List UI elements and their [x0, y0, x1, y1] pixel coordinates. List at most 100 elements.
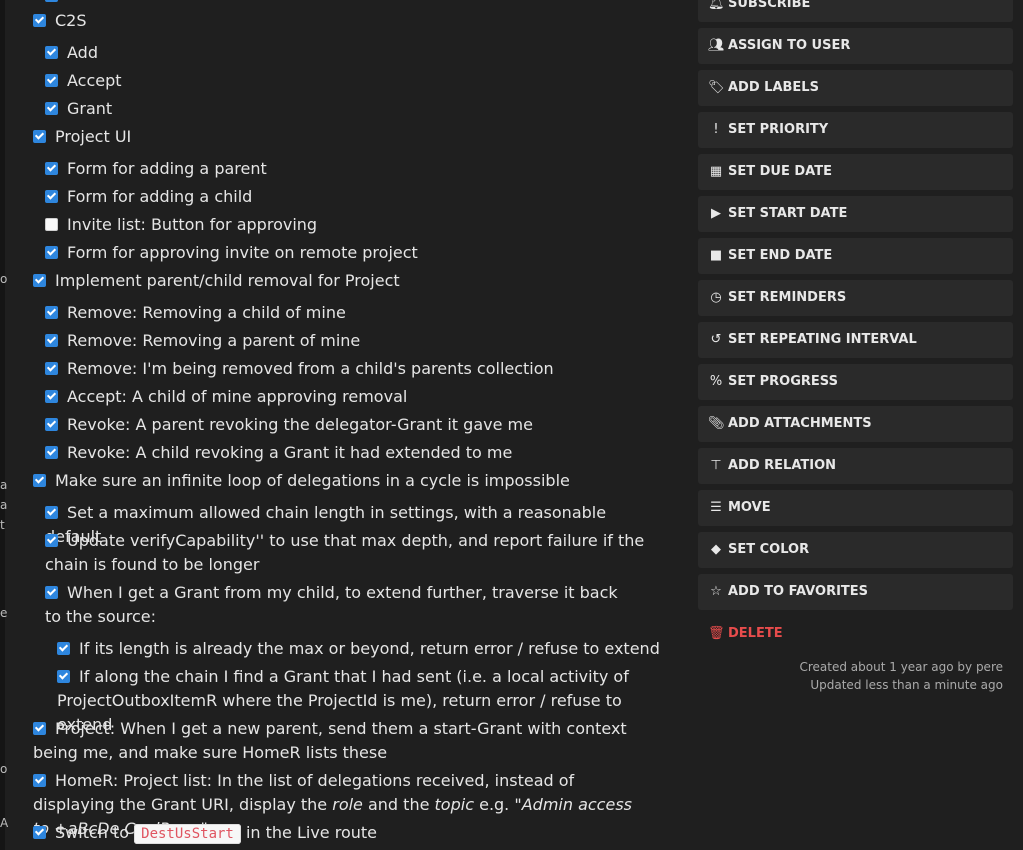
task-label: Remove: Removing a child of mine [67, 303, 346, 322]
add-labels-button[interactable]: 🏷︎ ADD LABELS [698, 70, 1013, 106]
gutter-text-fragment: a [0, 478, 8, 492]
trash-icon: 🗑︎ [708, 626, 725, 641]
paperclip-icon: 📎︎ [708, 416, 725, 431]
gutter-text-fragment: t [0, 518, 5, 532]
assign-to-user-button[interactable]: 👥︎ ASSIGN TO USER [698, 28, 1013, 64]
gutter-text-fragment: e [0, 606, 8, 620]
task-checkbox[interactable] [45, 305, 58, 319]
subscribe-button[interactable]: 🔔︎ SUBSCRIBE [698, 0, 1013, 22]
task-label-part: and the [367, 795, 430, 814]
set-due-date-button[interactable]: ▦ SET DUE DATE [698, 154, 1013, 190]
task-label: Accept [67, 71, 122, 90]
task-label-part: e.g. [479, 795, 510, 814]
task-label: Project UI [55, 127, 132, 146]
delete-button[interactable]: 🗑︎ DELETE [698, 616, 1013, 652]
task-checkbox[interactable] [33, 129, 46, 143]
task-item: Invite list: Button for approving [45, 213, 317, 237]
task-label-part: in the Live route [245, 823, 377, 842]
task-checkbox[interactable] [45, 333, 58, 347]
task-checkbox[interactable] [57, 669, 70, 683]
star-icon: ☆ [710, 584, 722, 599]
topic-emphasis: topic [434, 795, 474, 814]
task-label: Revoke: A parent revoking the delegator-… [67, 415, 533, 434]
task-checkbox[interactable] [33, 473, 46, 487]
task-checkbox[interactable] [33, 721, 46, 735]
task-item: Grant [45, 97, 112, 121]
stop-icon: ■ [709, 248, 723, 263]
task-checkbox[interactable] [45, 101, 58, 115]
task-item: Remove: I'm being removed from a child's… [45, 357, 554, 381]
task-item [45, 0, 67, 8]
task-label: C2S [55, 11, 87, 30]
task-item: Implement parent/child removal for Proje… [33, 269, 400, 293]
task-checkbox[interactable] [45, 189, 58, 203]
percent-icon: % [709, 374, 723, 389]
task-checkbox[interactable] [57, 641, 70, 655]
task-item: Make sure an infinite loop of delegation… [33, 469, 570, 493]
task-item: Add [45, 41, 98, 65]
task-checkbox[interactable] [45, 533, 58, 547]
set-reminders-button[interactable]: ◷ SET REMINDERS [698, 280, 1013, 316]
task-checkbox[interactable] [45, 445, 58, 459]
add-to-favorites-button[interactable]: ☆ ADD TO FAVORITES [698, 574, 1013, 610]
task-label: Form for adding a child [67, 187, 253, 206]
task-item: Project: When I get a new parent, send t… [33, 717, 663, 765]
task-checkbox[interactable] [45, 389, 58, 403]
task-item: Remove: Removing a parent of mine [45, 329, 360, 353]
set-repeating-interval-button[interactable]: ↺ SET REPEATING INTERVAL [698, 322, 1013, 358]
task-label: Update verifyCapability'' to use that ma… [45, 531, 645, 574]
set-end-date-button[interactable]: ■ SET END DATE [698, 238, 1013, 274]
created-info: Created about 1 year ago by pere [799, 660, 1004, 674]
add-relation-button[interactable]: ⊤ ADD RELATION [698, 448, 1013, 484]
task-checkbox[interactable] [45, 161, 58, 175]
set-priority-button[interactable]: ! SET PRIORITY [698, 112, 1013, 148]
task-item: Switch to DestUsStart in the Live route [33, 821, 377, 846]
set-start-date-button[interactable]: ▶ SET START DATE [698, 196, 1013, 232]
task-checkbox[interactable] [45, 361, 58, 375]
task-checkbox[interactable] [45, 0, 58, 2]
task-label: Invite list: Button for approving [67, 215, 318, 234]
task-checkbox[interactable] [33, 825, 46, 839]
updated-info: Updated less than a minute ago [810, 678, 1003, 692]
task-checkbox[interactable] [33, 13, 46, 27]
tags-icon: 🏷︎ [708, 80, 725, 95]
task-item: Form for adding a parent [45, 157, 267, 181]
task-checkbox[interactable] [45, 245, 58, 259]
gutter-text-fragment: o [0, 272, 8, 286]
task-label: Form for approving invite on remote proj… [67, 243, 418, 262]
left-panel-edge [0, 0, 5, 850]
task-item: Accept [45, 69, 122, 93]
exclamation-icon: ! [713, 122, 719, 137]
task-label: Form for adding a parent [67, 159, 267, 178]
add-attachments-button[interactable]: 📎︎ ADD ATTACHMENTS [698, 406, 1013, 442]
set-color-button[interactable]: ◆ SET COLOR [698, 532, 1013, 568]
task-item: Remove: Removing a child of mine [45, 301, 346, 325]
play-icon: ▶ [711, 206, 721, 221]
sitemap-icon: ⊤ [710, 458, 722, 473]
task-checkbox[interactable] [33, 773, 46, 787]
task-checkbox[interactable] [45, 417, 58, 431]
task-checkbox[interactable] [45, 73, 58, 87]
task-label: Remove: I'm being removed from a child's… [67, 359, 554, 378]
task-item: Revoke: A child revoking a Grant it had … [45, 441, 512, 465]
task-item: Form for approving invite on remote proj… [45, 241, 418, 265]
task-label: Accept: A child of mine approving remova… [67, 387, 408, 406]
task-checkbox-unchecked[interactable] [45, 217, 58, 231]
set-progress-button[interactable]: % SET PROGRESS [698, 364, 1013, 400]
task-item: Update verifyCapability'' to use that ma… [45, 529, 663, 577]
task-label: If its length is already the max or beyo… [79, 639, 660, 658]
task-checkbox[interactable] [45, 505, 58, 519]
task-label: Remove: Removing a parent of mine [67, 331, 361, 350]
task-checkbox[interactable] [45, 585, 58, 599]
inline-code: DestUsStart [134, 824, 241, 844]
gutter-text-fragment: o [0, 762, 8, 776]
move-button[interactable]: ☰ MOVE [698, 490, 1013, 526]
task-checkbox[interactable] [45, 45, 58, 59]
gutter-text-fragment: a [0, 498, 8, 512]
task-item: C2S [33, 9, 87, 33]
task-checkbox[interactable] [33, 273, 46, 287]
task-label: Make sure an infinite loop of delegation… [55, 471, 570, 490]
history-icon: ↺ [710, 332, 722, 347]
task-label: Switch to [55, 823, 130, 842]
task-item: If its length is already the max or beyo… [57, 637, 660, 661]
